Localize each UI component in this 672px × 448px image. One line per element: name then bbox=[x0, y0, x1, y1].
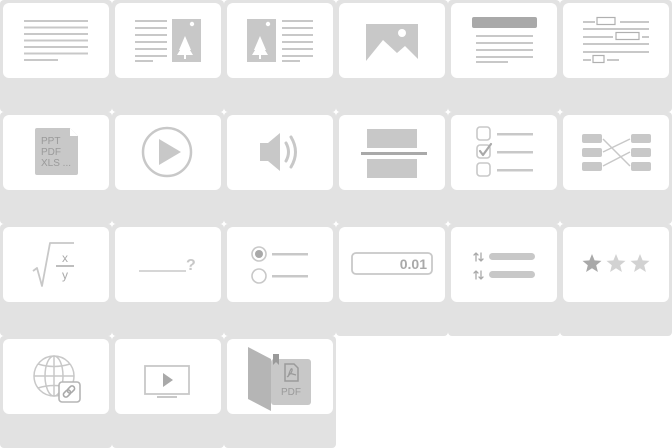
tile-image[interactable] bbox=[336, 0, 448, 112]
video-play-icon bbox=[141, 126, 193, 178]
fill-in-blanks-text-icon bbox=[583, 16, 649, 64]
matching-pairs-icon bbox=[582, 134, 651, 171]
formula-denominator: y bbox=[62, 268, 68, 282]
tile-fill-blank[interactable]: ? bbox=[112, 224, 224, 336]
divider-block-icon bbox=[361, 129, 427, 178]
checkbox-list-icon bbox=[476, 126, 533, 177]
question-mark: ? bbox=[186, 257, 196, 274]
document-file-icon: PPT PDF XLS ... bbox=[35, 128, 78, 175]
video-embed-icon bbox=[144, 365, 190, 398]
tile-label bbox=[336, 304, 448, 334]
formula-icon: x y bbox=[32, 242, 74, 287]
content-block-palette: PPT PDF XLS ... x y ? 0.01 PDF bbox=[0, 0, 672, 448]
tile-web-link[interactable] bbox=[0, 336, 112, 448]
fill-blank-question-icon: ? bbox=[139, 257, 196, 274]
tile-star-rating[interactable] bbox=[560, 224, 672, 336]
tile-label bbox=[112, 304, 224, 334]
star-icon bbox=[630, 254, 650, 272]
sortable-list-icon bbox=[473, 252, 535, 280]
tile-label bbox=[448, 192, 560, 222]
tile-label bbox=[0, 192, 112, 222]
tile-sortable-list[interactable] bbox=[448, 224, 560, 336]
file-type-line-2: PDF bbox=[41, 147, 61, 158]
web-link-icon bbox=[33, 355, 81, 403]
image-with-text-right-icon bbox=[247, 19, 313, 62]
tile-label bbox=[448, 304, 560, 334]
tile-image-text-right[interactable] bbox=[224, 0, 336, 112]
tile-label bbox=[0, 304, 112, 334]
tile-label bbox=[224, 304, 336, 334]
tile-divider[interactable] bbox=[336, 112, 448, 224]
tile-numeric-input[interactable]: 0.01 bbox=[336, 224, 448, 336]
tile-label bbox=[224, 416, 336, 446]
tile-text[interactable] bbox=[0, 0, 112, 112]
tile-label bbox=[560, 80, 672, 110]
tile-checkbox-list[interactable] bbox=[448, 112, 560, 224]
tile-document-file[interactable]: PPT PDF XLS ... bbox=[0, 112, 112, 224]
tile-fill-in-text[interactable] bbox=[560, 0, 672, 112]
tile-pdf-book[interactable]: PDF bbox=[224, 336, 336, 448]
tile-video[interactable] bbox=[112, 112, 224, 224]
tile-radio-list[interactable] bbox=[224, 224, 336, 336]
tile-audio[interactable] bbox=[224, 112, 336, 224]
tile-label bbox=[112, 416, 224, 446]
star-icon bbox=[606, 254, 626, 272]
numeric-input-icon: 0.01 bbox=[351, 252, 433, 275]
file-type-line-1: PPT bbox=[41, 136, 60, 147]
tile-label bbox=[448, 80, 560, 110]
tile-video-embed[interactable] bbox=[112, 336, 224, 448]
tile-label bbox=[0, 80, 112, 110]
pdf-caption: PDF bbox=[281, 387, 301, 398]
tile-matching[interactable] bbox=[560, 112, 672, 224]
file-type-line-3: XLS ... bbox=[41, 158, 71, 169]
tile-heading-text[interactable] bbox=[448, 0, 560, 112]
tile-label bbox=[224, 80, 336, 110]
tile-label bbox=[560, 304, 672, 334]
pdf-book-icon: PDF bbox=[248, 347, 311, 411]
tile-label bbox=[0, 416, 112, 446]
text-block-icon bbox=[24, 20, 88, 61]
text-with-image-right-icon bbox=[135, 19, 201, 62]
tile-text-image-right[interactable] bbox=[112, 0, 224, 112]
tile-label bbox=[336, 80, 448, 110]
image-icon bbox=[366, 24, 418, 61]
tile-label bbox=[112, 192, 224, 222]
numeric-value: 0.01 bbox=[400, 256, 427, 272]
tile-label bbox=[560, 192, 672, 222]
star-rating-icon bbox=[582, 254, 650, 272]
tile-label bbox=[112, 80, 224, 110]
formula-numerator: x bbox=[62, 251, 68, 265]
radio-list-icon bbox=[251, 246, 308, 284]
star-icon bbox=[582, 254, 602, 272]
heading-with-text-icon bbox=[472, 17, 537, 63]
audio-speaker-icon bbox=[260, 133, 297, 171]
tile-label bbox=[336, 192, 448, 222]
tile-label bbox=[224, 192, 336, 222]
tile-formula[interactable]: x y bbox=[0, 224, 112, 336]
